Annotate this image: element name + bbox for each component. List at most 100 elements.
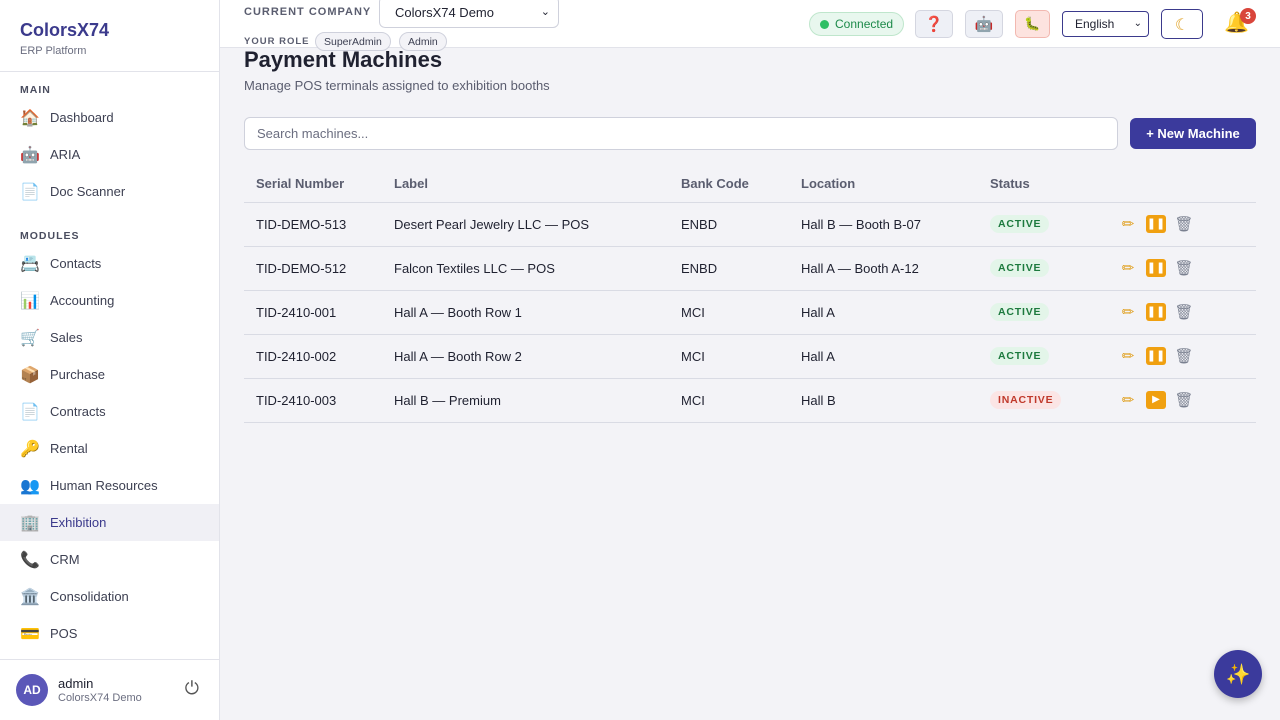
location-cell: Hall B: [801, 378, 990, 423]
table-row[interactable]: TID-2410-003 Hall B — Premium MCI Hall B INA…: [244, 378, 1256, 423]
sidebar-item-contracts[interactable]: 📄 Contracts: [0, 393, 219, 430]
table-row[interactable]: TID-2410-001 Hall A — Booth Row 1 MCI Hall …: [244, 290, 1256, 335]
play-icon[interactable]: ▶: [1146, 391, 1166, 409]
status-badge: ACTIVE: [990, 303, 1050, 321]
location-cell: Hall B — Booth B-07: [801, 202, 990, 247]
trash-icon[interactable]: 🗑: [1174, 391, 1194, 409]
sparkles-fab-button[interactable]: ✨: [1214, 650, 1262, 698]
search-input[interactable]: [244, 117, 1118, 150]
cart-icon: 🛒: [20, 327, 40, 347]
status-dot-icon: [820, 19, 829, 29]
sidebar-item-consolidation[interactable]: 🏛️ Consolidation: [0, 578, 219, 615]
sidebar-item-purchase[interactable]: 📦 Purchase: [0, 356, 219, 393]
sidebar-item-contacts[interactable]: 📇 Contacts: [0, 245, 219, 282]
package-icon: 📦: [20, 364, 40, 384]
trash-icon[interactable]: 🗑: [1174, 303, 1194, 321]
trash-icon[interactable]: 🗑: [1174, 347, 1194, 365]
label-cell: Hall A — Booth Row 1: [394, 290, 681, 335]
connection-status-text: Connected: [835, 17, 894, 31]
sidebar-item-accounting[interactable]: 📊 Accounting: [0, 282, 219, 319]
row-actions: ✏ ❚❚ 🗑: [1118, 303, 1256, 321]
actions-cell: ✏ ❚❚ 🗑: [1118, 246, 1256, 291]
avatar[interactable]: AD: [16, 674, 48, 706]
sidebar-item-rental[interactable]: 🔑 Rental: [0, 430, 219, 467]
sidebar: ColorsX74 ERP Platform MAIN 🏠 Dashboard 🤖 A…: [0, 0, 220, 720]
sidebar-item-aria[interactable]: 🤖 ARIA: [0, 136, 219, 173]
sidebar-item-exhibition[interactable]: 🏢 Exhibition: [0, 504, 219, 541]
sidebar-item-label: CRM: [50, 552, 80, 567]
user-company: ColorsX74 Demo: [58, 692, 142, 704]
sidebar-item-label: Contacts: [50, 256, 102, 271]
sidebar-item-label: POS: [50, 626, 78, 641]
moon-icon: ☾: [1174, 14, 1190, 34]
status-badge: ACTIVE: [990, 259, 1050, 277]
sidebar-item-pos[interactable]: 💳 POS: [0, 615, 219, 652]
theme-toggle-button[interactable]: ☾: [1161, 9, 1203, 39]
pause-icon[interactable]: ❚❚: [1146, 303, 1166, 321]
row-actions: ✏ ❚❚ 🗑: [1118, 259, 1256, 277]
sidebar-item-sales[interactable]: 🛒 Sales: [0, 319, 219, 356]
table-row[interactable]: TID-DEMO-512 Falcon Textiles LLC — POS ENB…: [244, 246, 1256, 291]
new-machine-button[interactable]: + New Machine: [1130, 118, 1256, 149]
table-row[interactable]: TID-2410-002 Hall A — Booth Row 2 MCI Hall …: [244, 334, 1256, 379]
sidebar-item-label: Human Resources: [50, 478, 158, 493]
power-icon[interactable]: ⏻: [185, 678, 199, 699]
robot-icon: 🤖: [974, 15, 994, 33]
bank-code-cell: MCI: [681, 290, 801, 335]
location-cell: Hall A: [801, 290, 990, 335]
sidebar-item-doc-scanner[interactable]: 📄 Doc Scanner: [0, 173, 219, 210]
pause-icon[interactable]: ❚❚: [1146, 259, 1166, 277]
row-actions: ✏ ❚❚ 🗑: [1118, 215, 1256, 233]
help-button[interactable]: ❓: [915, 10, 953, 38]
connection-status-badge: Connected: [809, 12, 905, 36]
user-info: admin ColorsX74 Demo: [58, 676, 142, 704]
status-cell: ACTIVE: [990, 290, 1118, 335]
location-cell: Hall A — Booth A-12: [801, 246, 990, 291]
sidebar-item-dashboard[interactable]: 🏠 Dashboard: [0, 99, 219, 136]
contact-card-icon: 📇: [20, 253, 40, 273]
sidebar-item-label: Rental: [50, 441, 88, 456]
brand-subtitle: ERP Platform: [20, 45, 87, 57]
assistant-button[interactable]: 🤖: [965, 10, 1003, 38]
trash-icon[interactable]: 🗑: [1174, 215, 1194, 233]
pause-icon[interactable]: ❚❚: [1146, 347, 1166, 365]
status-badge: ACTIVE: [990, 347, 1050, 365]
sidebar-item-human-resources[interactable]: 👥 Human Resources: [0, 467, 219, 504]
question-icon: ❓: [924, 15, 944, 33]
sidebar-item-label: ARIA: [50, 147, 81, 162]
role-label: YOUR ROLE: [244, 36, 310, 47]
row-actions: ✏ ❚❚ 🗑: [1118, 347, 1256, 365]
brand-title: ColorsX74: [20, 20, 110, 40]
trash-icon[interactable]: 🗑: [1174, 259, 1194, 277]
pencil-icon[interactable]: ✏: [1118, 215, 1138, 233]
company-select[interactable]: ColorsX74 Demo ⌄: [379, 0, 559, 28]
pause-icon[interactable]: ❚❚: [1146, 215, 1166, 233]
machines-table: Serial Number Label Bank Code Location S…: [244, 165, 1256, 423]
serial-cell: TID-2410-002: [244, 334, 394, 379]
section-label-modules: MODULES: [20, 230, 80, 242]
pencil-icon[interactable]: ✏: [1118, 347, 1138, 365]
robot-icon: 🤖: [20, 144, 40, 164]
status-badge: INACTIVE: [990, 391, 1062, 409]
pencil-icon[interactable]: ✏: [1118, 259, 1138, 277]
document-icon: 📄: [20, 181, 40, 201]
status-cell: ACTIVE: [990, 246, 1118, 291]
bug-report-button[interactable]: 🐛: [1015, 10, 1050, 38]
serial-cell: TID-DEMO-512: [244, 246, 394, 291]
main-nav: 🏠 Dashboard 🤖 ARIA 📄 Doc Scanner: [0, 99, 219, 210]
table-row[interactable]: TID-DEMO-513 Desert Pearl Jewelry LLC — P…: [244, 202, 1256, 247]
key-icon: 🔑: [20, 438, 40, 458]
language-select[interactable]: English ⌄: [1062, 11, 1149, 37]
sidebar-item-crm[interactable]: 📞 CRM: [0, 541, 219, 578]
modules-nav: 📇 Contacts 📊 Accounting 🛒 Sales 📦 Purchase 📄 Cont…: [0, 245, 219, 652]
actions-cell: ✏ ❚❚ 🗑: [1118, 202, 1256, 247]
sidebar-item-label: Consolidation: [50, 589, 129, 604]
sidebar-item-label: Accounting: [50, 293, 115, 308]
user-name: admin: [58, 676, 94, 691]
company-label: CURRENT COMPANY: [244, 6, 372, 18]
actions-cell: ✏ ▶ 🗑: [1118, 378, 1256, 423]
pencil-icon[interactable]: ✏: [1118, 303, 1138, 321]
pencil-icon[interactable]: ✏: [1118, 391, 1138, 409]
user-panel: AD admin ColorsX74 Demo ⏻: [0, 659, 219, 720]
people-icon: 👥: [20, 475, 40, 495]
